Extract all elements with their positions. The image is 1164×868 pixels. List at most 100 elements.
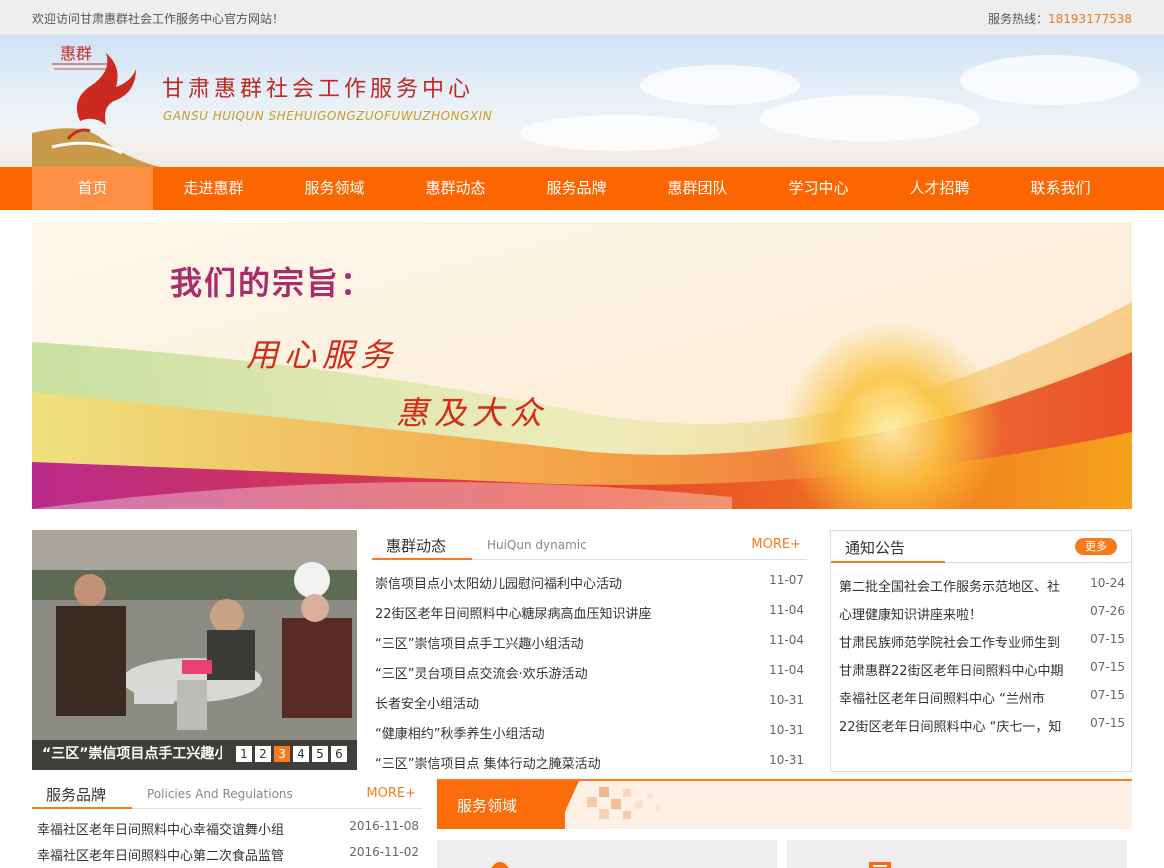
news-item-date: 10-31 (769, 693, 804, 707)
list-item[interactable]: 长者安全小组活动 10-31 (372, 686, 807, 716)
brand-item-title: 幸福社区老年日间照料中心第二次食品监管 (37, 849, 285, 864)
notice-item-date: 07-15 (1090, 660, 1125, 674)
brand-header: 服务品牌 Policies And Regulations MORE+ (32, 779, 422, 809)
news-item-title: “三区”灵台项目点交流会·欢乐游活动 (375, 667, 588, 682)
news-more-link[interactable]: MORE+ (751, 537, 801, 552)
news-item-title: 长者安全小组活动 (375, 697, 480, 712)
list-item[interactable]: 22街区老年日间照料中心 “庆七一，知 07-15 (839, 711, 1125, 739)
site-header: 惠群 甘肃惠群社会工作服务中心 GANSU HUIQUN SHEHUIGONGZ… (0, 35, 1164, 167)
nav-item-about[interactable]: 走进惠群 (153, 167, 274, 210)
site-name-cn: 甘肃惠群社会工作服务中心 (162, 77, 475, 102)
news-item-date: 11-07 (769, 573, 804, 587)
notice-item-title: 22街区老年日间照料中心 “庆七一，知 (839, 720, 1062, 735)
news-header: 惠群动态 HuiQun dynamic MORE+ (372, 530, 807, 560)
news-title-underline (372, 558, 472, 560)
news-item-date: 11-04 (769, 663, 804, 677)
slider-caption[interactable]: “三区”崇信项目点手工兴趣小组活动 (42, 743, 222, 763)
mosaic-decoration (587, 787, 661, 819)
cloud-decoration (760, 95, 980, 141)
news-item-title: 22街区老年日间照料中心糖尿病高血压知识讲座 (375, 607, 652, 622)
banner-slogan-line2: 惠及大众 (396, 394, 549, 432)
nav-item-services[interactable]: 服务领域 (274, 167, 395, 210)
notice-item-title: 甘肃惠群22街区老年日间照料中心中期 (839, 664, 1064, 679)
brand-item-date: 2016-11-02 (349, 845, 419, 859)
hotline-label: 服务热线： (988, 12, 1049, 26)
brand-subtitle: Policies And Regulations (147, 787, 293, 801)
slider-pagination: 1 2 3 4 5 6 (236, 746, 347, 762)
brand-more-link[interactable]: MORE+ (366, 786, 416, 801)
list-item[interactable]: “健康相约”秋季养生小组活动 10-31 (372, 716, 807, 746)
notice-item-title: 幸福社区老年日间照料中心 “兰州市 (839, 692, 1045, 707)
service-domain-title: 服务领域 (457, 797, 518, 815)
nav-item-news[interactable]: 惠群动态 (395, 167, 516, 210)
news-subtitle: HuiQun dynamic (487, 538, 587, 552)
notice-item-date: 10-24 (1090, 576, 1125, 590)
brand-title-underline (32, 807, 132, 809)
slider-dot[interactable]: 4 (293, 746, 309, 762)
list-item[interactable]: 心理健康知识讲座来啦！ 07-26 (839, 599, 1125, 627)
site-name-en: GANSU HUIQUN SHEHUIGONGZUOFUWUZHONGXIN (163, 109, 493, 123)
cloud-decoration (520, 115, 720, 151)
news-item-title: 崇信项目点小太阳幼儿园慰问福利中心活动 (375, 577, 623, 592)
notice-item-date: 07-26 (1090, 604, 1125, 618)
notice-panel: 通知公告 更多 第二批全国社会工作服务示范地区、社 10-24 心理健康知识讲座来… (830, 530, 1132, 772)
list-item[interactable]: 甘肃民族师范学院社会工作专业师生到 07-15 (839, 627, 1125, 655)
slider-dot[interactable]: 6 (331, 746, 347, 762)
service-domain-header: 服务领域 (437, 779, 1132, 829)
news-item-date: 10-31 (769, 723, 804, 737)
news-item-date: 10-31 (769, 753, 804, 767)
nav-item-home[interactable]: 首页 (32, 167, 153, 210)
top-bar: 欢迎访问甘肃惠群社会工作服务中心官方网站！ 服务热线：18193177538 (0, 0, 1164, 35)
hero-banner[interactable]: 我们的宗旨： 用心服务 惠及大众 (32, 222, 1132, 509)
list-item[interactable]: 甘肃惠群22街区老年日间照料中心中期 07-15 (839, 655, 1125, 683)
list-item[interactable]: “三区”崇信项目点手工兴趣小组活动 11-04 (372, 626, 807, 656)
nav-item-learning[interactable]: 学习中心 (758, 167, 879, 210)
notice-item-title: 心理健康知识讲座来啦！ (839, 608, 983, 623)
notice-header: 通知公告 更多 (831, 531, 1131, 563)
list-item[interactable]: “三区”崇信项目点 集体行动之腌菜活动 10-31 (372, 746, 807, 776)
main-nav: 首页 走进惠群 服务领域 惠群动态 服务品牌 惠群团队 学习中心 人才招聘 联系… (0, 167, 1164, 210)
banner-title: 我们的宗旨： (170, 264, 375, 302)
notice-item-date: 07-15 (1090, 716, 1125, 730)
list-item[interactable]: 第二批全国社会工作服务示范地区、社 10-24 (839, 571, 1125, 599)
slider-dot[interactable]: 2 (255, 746, 271, 762)
welcome-text: 欢迎访问甘肃惠群社会工作服务中心官方网站！ (32, 12, 285, 26)
service-card[interactable] (437, 840, 777, 868)
nav-item-team[interactable]: 惠群团队 (637, 167, 758, 210)
news-item-date: 11-04 (769, 603, 804, 617)
notice-more-button[interactable]: 更多 (1075, 538, 1117, 555)
list-item[interactable]: “三区”灵台项目点交流会·欢乐游活动 11-04 (372, 656, 807, 686)
brand-list: 幸福社区老年日间照料中心幸福交谊舞小组 2016-11-08 幸福社区老年日间照料… (32, 812, 422, 868)
brand-item-title: 幸福社区老年日间照料中心幸福交谊舞小组 (37, 823, 285, 838)
notice-item-title: 甘肃民族师范学院社会工作专业师生到 (839, 636, 1061, 651)
cloud-decoration (960, 55, 1140, 105)
news-item-date: 11-04 (769, 633, 804, 647)
service-flower-icon (490, 862, 510, 868)
logo-icon[interactable]: 惠群 (32, 41, 162, 167)
slider-dot[interactable]: 5 (312, 746, 328, 762)
service-document-icon (869, 862, 891, 868)
news-item-title: “健康相约”秋季养生小组活动 (375, 727, 545, 742)
nav-item-careers[interactable]: 人才招聘 (879, 167, 1000, 210)
service-domain-tab-slant (557, 781, 579, 829)
list-item[interactable]: 22街区老年日间照料中心糖尿病高血压知识讲座 11-04 (372, 596, 807, 626)
slider-dot-active[interactable]: 3 (274, 746, 290, 762)
photo-slider[interactable]: “三区”崇信项目点手工兴趣小组活动 1 2 3 4 5 6 (32, 530, 357, 770)
banner-slogan-line1: 用心服务 (246, 336, 399, 374)
list-item[interactable]: 崇信项目点小太阳幼儿园慰问福利中心活动 11-07 (372, 566, 807, 596)
hotline-number[interactable]: 18193177538 (1048, 12, 1132, 26)
brand-item-date: 2016-11-08 (349, 819, 419, 833)
notice-title: 通知公告 (845, 539, 906, 557)
service-card[interactable] (787, 840, 1127, 868)
news-item-title: “三区”崇信项目点手工兴趣小组活动 (375, 637, 584, 652)
slider-dot[interactable]: 1 (236, 746, 252, 762)
nav-item-contact[interactable]: 联系我们 (1000, 167, 1121, 210)
news-item-title: “三区”崇信项目点 集体行动之腌菜活动 (375, 757, 601, 772)
nav-item-brand[interactable]: 服务品牌 (516, 167, 637, 210)
notice-title-underline (831, 561, 945, 563)
list-item[interactable]: 幸福社区老年日间照料中心 “兰州市 07-15 (839, 683, 1125, 711)
cloud-decoration (640, 65, 800, 105)
slider-photo (32, 530, 357, 770)
list-item[interactable]: 幸福社区老年日间照料中心第二次食品监管 2016-11-02 (32, 838, 422, 868)
news-list: 崇信项目点小太阳幼儿园慰问福利中心活动 11-07 22街区老年日间照料中心糖尿病… (372, 566, 807, 776)
